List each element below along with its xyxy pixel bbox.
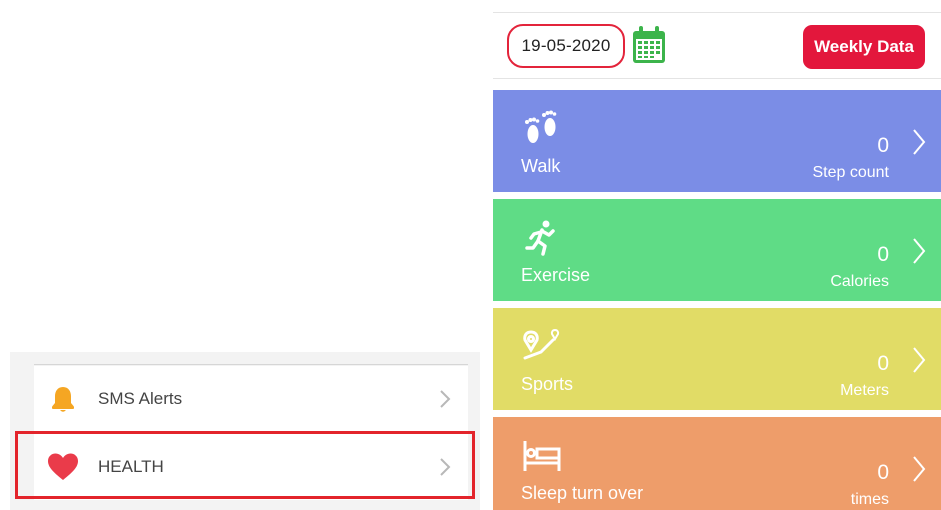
chevron-right-icon [440, 390, 451, 408]
sms-alerts-label: SMS Alerts [98, 389, 183, 408]
chevron-right-icon [440, 458, 451, 476]
bed-icon [523, 441, 561, 471]
calendar-icon[interactable] [631, 25, 667, 65]
chevron-right-icon [913, 129, 926, 155]
header-divider [493, 78, 941, 79]
card-value: 0 [877, 461, 889, 484]
card-title: Exercise [521, 265, 591, 285]
card-title: Walk [521, 156, 561, 176]
card-exercise[interactable]: Exercise 0 Calories [493, 199, 941, 301]
route-pin-icon [523, 328, 560, 360]
card-unit: Step count [812, 164, 890, 181]
top-divider [493, 12, 941, 13]
chevron-right-icon [913, 347, 926, 373]
card-unit: Calories [830, 273, 889, 290]
bell-icon [46, 382, 80, 416]
card-value: 0 [877, 243, 889, 266]
card-value: 0 [877, 134, 889, 157]
list-divider [34, 364, 468, 365]
card-walk[interactable]: Walk 0 Step count [493, 90, 941, 192]
card-value: 0 [877, 352, 889, 375]
card-sports[interactable]: Sports 0 Meters [493, 308, 941, 410]
date-selector[interactable]: 19-05-2020 [507, 24, 625, 68]
health-label: HEALTH [98, 457, 164, 476]
list-item-sms-alerts[interactable]: SMS Alerts [34, 366, 468, 432]
card-unit: Meters [840, 382, 889, 399]
heart-icon [46, 450, 80, 484]
card-title: Sports [521, 374, 574, 394]
running-person-icon [525, 220, 555, 256]
footprints-icon [525, 110, 557, 143]
weekly-data-button[interactable]: Weekly Data [803, 25, 925, 69]
chevron-right-icon [913, 456, 926, 482]
health-screen: 19-05-2020 Weekly Data Walk 0 Step count [485, 0, 941, 510]
card-title: Sleep turn over [521, 483, 644, 503]
card-sleep[interactable]: Sleep turn over 0 times [493, 417, 941, 510]
chevron-right-icon [913, 238, 926, 264]
card-unit: times [850, 491, 889, 508]
list-item-health[interactable]: HEALTH [34, 434, 468, 500]
